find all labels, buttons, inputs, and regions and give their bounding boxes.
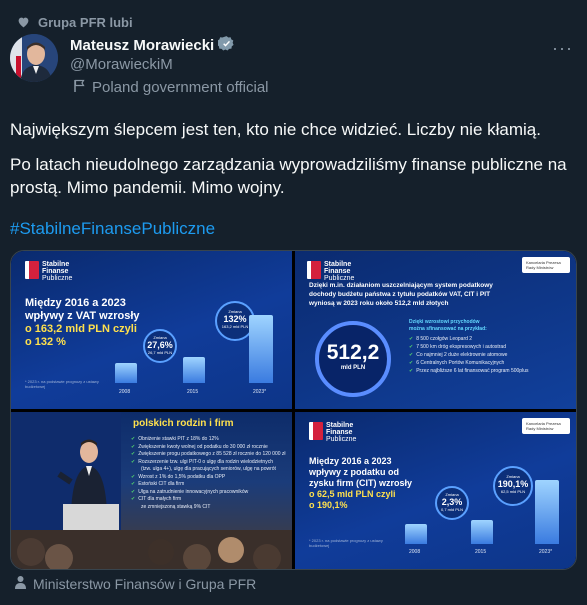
media-image-vat[interactable]: Stabilne Finanse Publiczne Między 2016 a 2… bbox=[11, 251, 292, 409]
p4-heading-a: Między 2016 a 2023 bbox=[309, 456, 392, 466]
check-icon: ✔ bbox=[409, 336, 414, 342]
stabilne-finanse-logo: StabilneFinansePubliczne bbox=[307, 261, 354, 282]
check-icon: ✔ bbox=[131, 488, 136, 495]
social-context-label: Grupa PFR lubi bbox=[38, 14, 133, 30]
check-icon: ✔ bbox=[131, 443, 136, 450]
flag-icon bbox=[74, 79, 86, 96]
p4-bubble-2: Zmiana 190,1% 62,5 mld PLN bbox=[493, 466, 533, 506]
media-image-512[interactable]: Stabilne Finanse Publiczne Kancelaria Prez… bbox=[295, 251, 576, 409]
p3-item-1: ✔ Obniżenie stawki PIT z 18% do 12% bbox=[131, 436, 219, 442]
p2-item-5: ✔ Przez najbliższe 6 lat finansować progr… bbox=[409, 368, 529, 374]
check-icon: ✔ bbox=[409, 352, 414, 358]
p1-footnote: * 2023 r. na podstawie prognozy z ustawy… bbox=[25, 379, 99, 389]
media-grid[interactable]: Stabilne Finanse Publiczne Między 2016 a 2… bbox=[10, 250, 577, 570]
tagged-users-label: Ministerstwo Finansów i Grupa PFR bbox=[33, 575, 257, 592]
kprm-logo: Kancelaria Prezesa Rady Ministrów bbox=[522, 257, 570, 273]
p1-bar-2015 bbox=[183, 357, 205, 383]
p3-item-2: ✔ Zwiększenie kwoty wolnej od podatku do … bbox=[131, 443, 268, 450]
p1-bar-2023 bbox=[249, 315, 273, 383]
hashtag-link[interactable]: #StabilneFinansePubliczne bbox=[10, 217, 575, 240]
p4-bar-2023 bbox=[535, 480, 559, 544]
p1-year-2015: 2015 bbox=[187, 389, 199, 395]
more-options-icon[interactable]: ··· bbox=[552, 38, 573, 59]
p2-list-head-2: można sfinansować na przykład: bbox=[409, 326, 487, 332]
check-icon: ✔ bbox=[409, 368, 414, 374]
p4-bar-2015 bbox=[471, 520, 493, 544]
tweet-text-line2: Po latach nieudolnego zarządzania wyprow… bbox=[10, 155, 567, 197]
p3-item-6: ✔ Wzrost z 1% do 1,5% podatku dla OPP bbox=[131, 473, 226, 480]
p4-bubble-1: Zmiana 2,3% 0,7 mld PLN bbox=[435, 486, 469, 520]
p3-item-10: ze zmniejszoną stawką 9% CIT bbox=[141, 503, 211, 510]
p2-item-2: ✔ 7 500 km dróg ekspresowych i autostrad bbox=[409, 344, 506, 350]
p3-heading: polskich rodzin i firm bbox=[133, 418, 234, 429]
p1-year-2008: 2008 bbox=[119, 389, 131, 395]
p2-list-head-1: Dzięki wzrostowi przychodów bbox=[409, 319, 480, 325]
avatar[interactable] bbox=[10, 34, 58, 82]
p2-item-4: ✔ 6 Centralnych Portów Komunikacyjnych bbox=[409, 360, 505, 366]
p2-value-circle: 512,2 mld PLN bbox=[315, 321, 391, 397]
logo-mark-icon bbox=[25, 261, 39, 279]
check-icon: ✔ bbox=[131, 436, 136, 442]
p1-heading-c: o 163,2 mld PLN czyli bbox=[25, 323, 137, 335]
p3-item-4: ✔ Rozszerzenie tzw. ulgi PIT-0 o ulgę dla… bbox=[131, 458, 273, 465]
check-icon: ✔ bbox=[409, 360, 414, 366]
p3-item-3: ✔ Zwiększenie progu podatkowego z 85 528 … bbox=[131, 451, 286, 457]
p4-year-2008: 2008 bbox=[409, 549, 421, 555]
p4-footnote: * 2023 r. na podstawie prognozy z ustawy… bbox=[309, 538, 383, 548]
p2-intro-1: Dzięki m.in. działaniom uszczelniającym … bbox=[309, 282, 493, 289]
p3-item-8: ✔ Ulga na zatrudnienie innowacyjnych prac… bbox=[131, 488, 249, 495]
p3-item-9: ✔ CIT dla małych firm bbox=[131, 496, 182, 502]
p1-year-2023: 2023* bbox=[253, 389, 267, 395]
affiliation: Poland government official bbox=[74, 79, 269, 96]
p4-heading-e: o 190,1% bbox=[309, 500, 348, 510]
p4-year-2015: 2015 bbox=[475, 549, 487, 555]
media-image-speech[interactable]: StabilneFinansePubliczne polskich rodzin… bbox=[11, 412, 292, 569]
tweet-text-line1: Największym ślepcem jest ten, kto nie ch… bbox=[10, 120, 541, 139]
check-icon: ✔ bbox=[131, 496, 136, 502]
p2-item-1: ✔ 8 500 czołgów Leopard 2 bbox=[409, 336, 473, 342]
check-icon: ✔ bbox=[409, 344, 414, 350]
stabilne-finanse-logo: StabilneFinansePubliczne bbox=[25, 261, 72, 282]
p3-item-5: (tzw. ulga 4+), ulgę dla pracujących sen… bbox=[141, 466, 276, 472]
p1-bubble-1: Zmiana 27,6% 26,7 mld PLN bbox=[143, 329, 177, 363]
tagged-users[interactable]: Ministerstwo Finansów i Grupa PFR bbox=[14, 575, 256, 592]
stabilne-finanse-logo: StabilneFinansePubliczne bbox=[309, 422, 356, 443]
p4-heading-d: o 62,5 mld PLN czyli bbox=[309, 489, 396, 499]
kprm-logo: Kancelaria Prezesa Rady Ministrów bbox=[522, 418, 570, 434]
check-icon: ✔ bbox=[131, 481, 136, 487]
author-handle[interactable]: @MorawieckiM bbox=[70, 56, 173, 73]
p2-intro-3: wyniosą w 2023 roku około 512,2 mld złot… bbox=[309, 300, 449, 307]
logo-mark-icon bbox=[307, 261, 321, 279]
check-icon: ✔ bbox=[131, 458, 136, 465]
media-image-cit[interactable]: Stabilne Finanse Publiczne Kancelaria Prez… bbox=[295, 412, 576, 569]
p2-item-3: ✔ Co najmniej 2 duże elektrownie atomowe bbox=[409, 352, 508, 358]
p2-intro-2: dochody budżetu państwa z tytułu podatkó… bbox=[309, 291, 491, 298]
p4-heading-b: wpływy z podatku od bbox=[309, 467, 400, 477]
verified-badge-icon[interactable] bbox=[217, 35, 235, 56]
check-icon: ✔ bbox=[131, 451, 136, 457]
p3-item-7: ✔ Estoński CIT dla firm bbox=[131, 481, 185, 487]
check-icon: ✔ bbox=[131, 473, 136, 480]
social-context[interactable]: Grupa PFR lubi bbox=[10, 12, 133, 32]
p1-bar-2008 bbox=[115, 363, 137, 383]
person-icon bbox=[14, 575, 27, 592]
author-name[interactable]: Mateusz Morawiecki bbox=[70, 37, 214, 54]
p1-heading-a: Między 2016 a 2023 bbox=[25, 297, 126, 309]
p1-heading-b: wpływy z VAT wzrosły bbox=[25, 310, 140, 322]
heart-icon bbox=[10, 16, 30, 28]
p4-bar-2008 bbox=[405, 524, 427, 544]
p1-heading-d: o 132 % bbox=[25, 336, 66, 348]
affiliation-label: Poland government official bbox=[92, 79, 269, 96]
p4-heading-c: zysku firm (CIT) wzrosły bbox=[309, 478, 413, 488]
p4-year-2023: 2023* bbox=[539, 549, 553, 555]
logo-mark-icon bbox=[309, 422, 323, 440]
